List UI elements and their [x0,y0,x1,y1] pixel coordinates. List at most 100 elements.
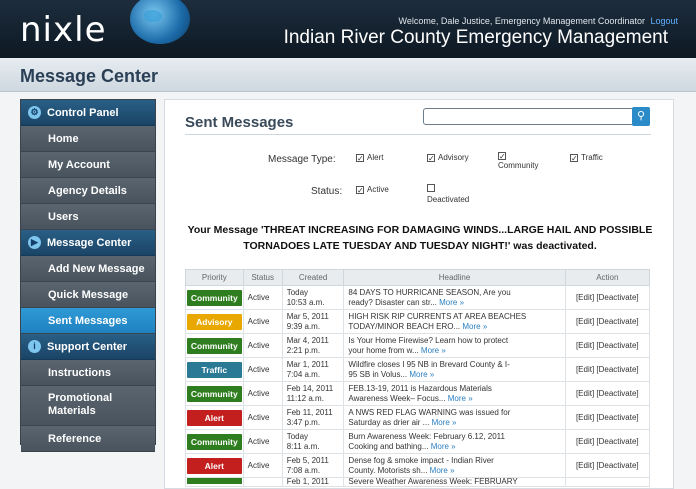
column-header[interactable]: Priority [185,269,244,286]
priority-badge: Alert [187,409,242,426]
deactivate-link[interactable]: [Deactivate] [596,437,638,446]
deactivate-link[interactable]: [Deactivate] [596,317,638,326]
priority-cell: Community [185,333,244,358]
search-icon[interactable]: ⚲ [632,107,650,126]
sidebar-item-label: Promotional Materials [48,392,113,417]
priority-cell: Alert [185,405,244,430]
priority-badge: Community [187,289,242,306]
priority-badge: Advisory [187,313,242,330]
headline-text-2: Saturday as drier air ... More » [348,418,564,428]
type-checkbox-advisory[interactable]: ✓ Advisory [427,153,469,163]
deactivate-link[interactable]: [Deactivate] [596,461,638,470]
edit-link[interactable]: [Edit] [576,413,594,422]
action-cell: [Edit] [Deactivate] [564,357,651,382]
deactivate-link[interactable]: [Deactivate] [596,413,638,422]
created-time: 8:11 a.m. [286,441,320,451]
sidebar-item-add-new-message[interactable]: Add New Message [21,256,155,282]
table-row[interactable]: Advisory Active Mar 5, 2011 9:39 a.m. HIGH R… [185,309,651,334]
app-header: nixle Welcome, Dale Justice, Emergency M… [0,0,696,58]
sidebar-item-label: Sent Messages [48,315,128,327]
created-cell: Feb 1, 2011 [281,477,345,487]
sidebar-section-control-panel[interactable]: ⚙ Control Panel [21,100,155,126]
status-label: Status: [311,186,343,197]
status-checkbox-active[interactable]: ✓ Active [356,185,389,195]
sidebar-item-label: Users [48,211,79,223]
column-header[interactable]: Created [281,269,345,286]
table-row[interactable]: Community Feb 1, 2011 Severe Weather Aware… [185,477,651,487]
created-date: Feb 5, 2011 [286,455,329,465]
welcome-message: Welcome, Dale Justice, Emergency Managem… [399,16,679,26]
action-cell: [Edit] [Deactivate] [564,381,651,406]
sidebar-item-my-account[interactable]: My Account [21,152,155,178]
more-link[interactable]: More » [409,370,434,379]
table-row[interactable]: Traffic Active Mar 1, 2011 7:04 a.m. Wildfir… [185,357,651,382]
type-checkbox-traffic[interactable]: ✓ Traffic [570,153,603,163]
table-row[interactable]: Alert Active Feb 5, 2011 7:08 a.m. Dense fog… [185,453,651,478]
megaphone-icon: ▶ [28,236,41,249]
more-link[interactable]: More » [462,322,487,331]
search-input[interactable] [423,108,635,125]
status-cell: Active [242,285,283,310]
created-cell: Mar 1, 2011 7:04 a.m. [281,357,345,382]
more-link[interactable]: More » [431,442,456,451]
sidebar-item-label: Support Center [47,341,128,353]
created-cell: Feb 14, 2011 11:12 a.m. [281,381,345,406]
sidebar-item-reference[interactable]: Reference [21,426,155,452]
deactivate-link[interactable]: [Deactivate] [596,341,638,350]
sidebar-item-instructions[interactable]: Instructions [21,360,155,386]
deactivate-link[interactable]: [Deactivate] [596,365,638,374]
sidebar-item-quick-message[interactable]: Quick Message [21,282,155,308]
sidebar-item-promotional-materials[interactable]: Promotional Materials [21,386,155,426]
headline-snippet: TODAY/MINOR BEACH ERO... [348,321,461,331]
sidebar-item-users[interactable]: Users [21,204,155,230]
deactivate-link[interactable]: [Deactivate] [596,389,638,398]
sidebar-item-label: Agency Details [48,185,127,197]
sidebar-section-support-center[interactable]: i Support Center [21,334,155,360]
sidebar-item-label: My Account [48,159,110,171]
edit-link[interactable]: [Edit] [576,365,594,374]
sidebar-section-message-center[interactable]: ▶ Message Center [21,230,155,256]
more-link[interactable]: More » [432,418,457,427]
more-link[interactable]: More » [430,466,455,475]
sidebar-item-label: Control Panel [47,107,119,119]
divider [185,134,651,135]
status-cell [242,477,283,487]
column-header[interactable]: Headline [343,269,566,286]
more-link[interactable]: More » [439,298,464,307]
info-icon: i [28,340,41,353]
headline-cell: FEB.13-19, 2011 is Hazardous Materials Aw… [343,381,566,406]
headline-cell: 84 DAYS TO HURRICANE SEASON, Are you read… [343,285,566,310]
column-header[interactable]: Status [242,269,283,286]
sidebar-item-home[interactable]: Home [21,126,155,152]
table-row[interactable]: Community Active Feb 14, 2011 11:12 a.m. FEB… [185,381,651,406]
more-link[interactable]: More » [448,394,473,403]
table-row[interactable]: Alert Active Feb 11, 2011 3:47 p.m. A NWS RE… [185,405,651,430]
edit-link[interactable]: [Edit] [576,461,594,470]
logout-link[interactable]: Logout [650,16,678,26]
created-date: Today [286,431,309,441]
sidebar-item-agency-details[interactable]: Agency Details [21,178,155,204]
table-row[interactable]: Community Active Today 8:11 a.m. Burn Awaren… [185,429,651,454]
more-link[interactable]: More » [421,346,446,355]
sidebar-item-label: Home [48,133,79,145]
message-type-label: Message Type: [268,154,336,165]
type-checkbox-community[interactable]: ✓ Community [498,151,558,171]
edit-link[interactable]: [Edit] [576,437,594,446]
sidebar-item-sent-messages[interactable]: Sent Messages [21,308,155,334]
table-row[interactable]: Community Active Today 10:53 a.m. 84 DAYS TO… [185,285,651,310]
checkbox-icon: ✓ [498,152,506,161]
edit-link[interactable]: [Edit] [576,341,594,350]
action-cell: [Edit] [Deactivate] [564,285,651,310]
priority-badge: Community [187,385,242,402]
deactivate-link[interactable]: [Deactivate] [596,293,638,302]
headline-snippet: Saturday as drier air ... [348,417,430,427]
headline-text: HIGH RISK RIP CURRENTS AT AREA BEACHES [348,311,527,321]
status-checkbox-deactivated[interactable]: Deactivated [427,183,497,205]
table-row[interactable]: Community Active Mar 4, 2011 2:21 p.m. Is Yo… [185,333,651,358]
created-date: Feb 1, 2011 [286,477,329,486]
edit-link[interactable]: [Edit] [576,389,594,398]
edit-link[interactable]: [Edit] [576,317,594,326]
created-date: Mar 4, 2011 [286,335,329,345]
edit-link[interactable]: [Edit] [576,293,594,302]
type-checkbox-alert[interactable]: ✓ Alert [356,153,383,163]
